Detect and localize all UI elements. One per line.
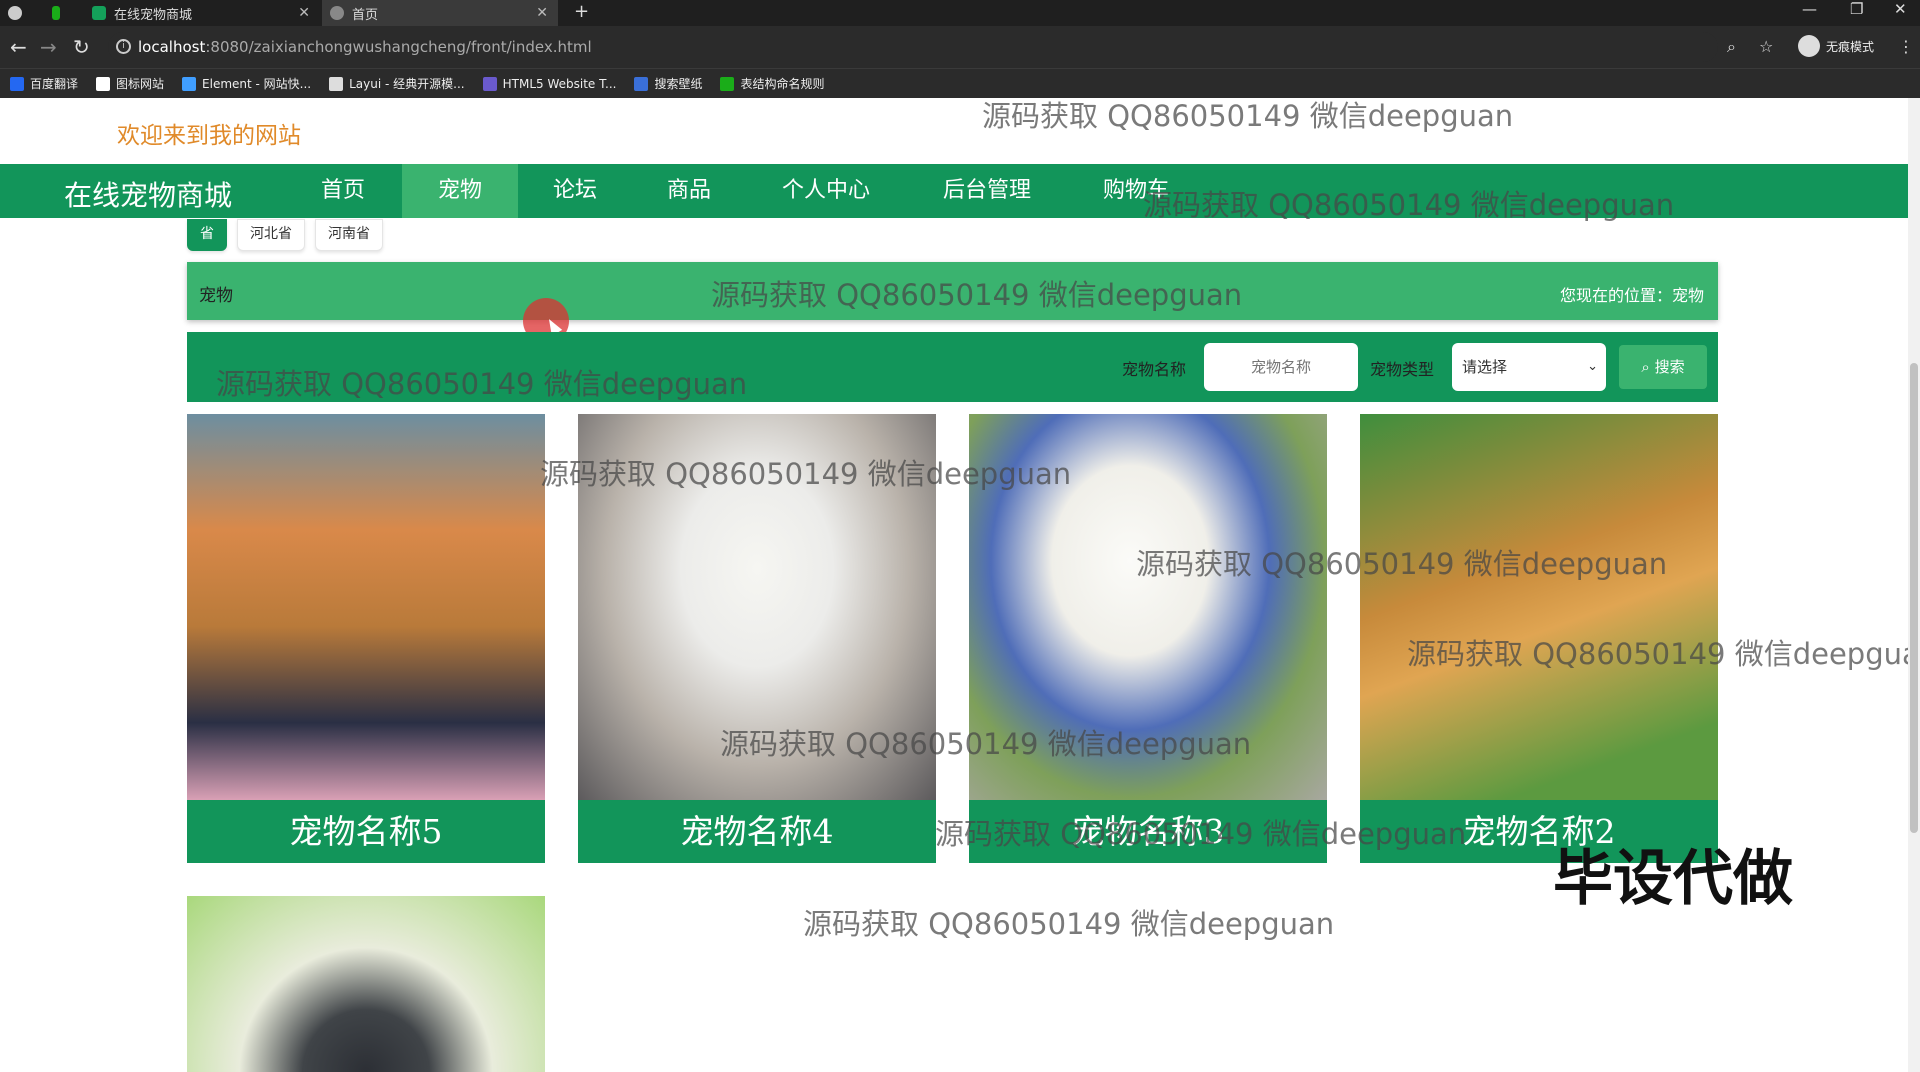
province-tab-henan[interactable]: 河南省 — [315, 219, 383, 251]
search-icon: ⌕ — [1641, 358, 1650, 376]
page-viewport: 欢迎来到我的网站 在线宠物商城 首页 宠物 论坛 商品 个人中心 后台管理 购物… — [0, 98, 1908, 1072]
chevron-down-icon: ⌄ — [1587, 359, 1598, 374]
zoom-icon[interactable]: ⌕ — [1727, 37, 1736, 57]
reload-icon[interactable]: ↻ — [73, 35, 90, 59]
close-tab-icon[interactable]: ✕ — [536, 5, 548, 21]
bookmark-star-icon[interactable]: ☆ — [1759, 37, 1773, 56]
search-button[interactable]: ⌕ 搜索 — [1619, 345, 1707, 389]
bookmark-item[interactable]: 表结构命名规则 — [720, 75, 824, 92]
pet-card[interactable]: 宠物名称4 — [578, 414, 936, 863]
pet-card[interactable]: 宠物名称5 — [187, 414, 545, 863]
watermark-text: 源码获取 QQ86050149 微信deepguan — [803, 907, 1335, 941]
tab-favicon-icon — [330, 6, 344, 20]
pet-type-selected: 请选择 — [1462, 358, 1508, 376]
tab-title: 在线宠物商城 — [114, 7, 193, 23]
site-brand[interactable]: 在线宠物商城 — [64, 174, 232, 214]
pet-image[interactable] — [969, 414, 1327, 800]
forward-icon[interactable]: → — [40, 35, 57, 59]
pet-type-label: 宠物类型 — [1370, 360, 1435, 379]
bookmark-favicon-icon — [182, 76, 197, 91]
nav-home[interactable]: 首页 — [284, 164, 402, 218]
pet-name[interactable]: 宠物名称3 — [969, 800, 1327, 863]
restore-icon[interactable]: ❐ — [1850, 0, 1863, 18]
bookmark-favicon-icon — [96, 76, 111, 91]
address-bar: ← → ↻ i localhost:8080/zaixianchongwusha… — [0, 26, 1920, 68]
search-button-label: 搜索 — [1654, 358, 1685, 376]
incognito-indicator[interactable]: 无痕模式 — [1798, 35, 1874, 57]
pet-image[interactable] — [578, 414, 936, 800]
bookmark-favicon-icon — [720, 76, 735, 91]
back-icon[interactable]: ← — [10, 35, 27, 59]
bookmark-favicon-icon — [329, 76, 344, 91]
browser-menu-icon[interactable] — [0, 0, 30, 26]
tab-favicon-icon — [92, 6, 106, 20]
bookmark-item[interactable]: Layui - 经典开源模... — [329, 75, 465, 92]
pet-image[interactable] — [187, 414, 545, 800]
bookmark-item[interactable]: HTML5 Website T... — [482, 76, 616, 91]
browser-tab-1[interactable]: 在线宠物商城 ✕ — [84, 0, 320, 26]
new-tab-button[interactable]: + — [574, 1, 589, 22]
pinned-tab[interactable] — [44, 0, 68, 26]
current-position: 您现在的位置：宠物 — [1559, 286, 1704, 305]
pet-type-select[interactable]: 请选择 ⌄ — [1452, 343, 1606, 391]
incognito-icon — [1798, 35, 1820, 57]
pet-name-label: 宠物名称 — [1122, 360, 1187, 379]
pet-card[interactable]: 宠物名称3 — [969, 414, 1327, 863]
tab-title: 首页 — [352, 7, 379, 23]
minimize-icon[interactable]: — — [1802, 0, 1817, 18]
site-info-icon[interactable]: i — [116, 39, 131, 54]
bookmark-item[interactable]: 搜索壁纸 — [634, 75, 702, 92]
watermark-text: 源码获取 QQ86050149 微信deepguan — [982, 99, 1514, 133]
pet-card[interactable]: 宠物名称2 — [1360, 414, 1718, 863]
section-title: 宠物 — [199, 286, 233, 306]
pet-card[interactable] — [187, 896, 545, 1072]
province-tab-hebei[interactable]: 河北省 — [237, 219, 305, 251]
bookmark-item[interactable]: Element - 网站快... — [182, 75, 311, 92]
bookmark-favicon-icon — [634, 76, 649, 91]
nav-admin[interactable]: 后台管理 — [906, 164, 1068, 218]
incognito-label: 无痕模式 — [1826, 39, 1875, 54]
pet-name[interactable]: 宠物名称4 — [578, 800, 936, 863]
bookmark-favicon-icon — [482, 76, 497, 91]
bookmarks-bar: 百度翻译 图标网站 Element - 网站快... Layui - 经典开源模… — [0, 68, 1920, 98]
nav-products[interactable]: 商品 — [632, 164, 746, 218]
welcome-text: 欢迎来到我的网站 — [117, 123, 301, 149]
nav-pets[interactable]: 宠物 — [402, 164, 518, 218]
nav-forum[interactable]: 论坛 — [518, 164, 632, 218]
pet-image[interactable] — [1360, 414, 1718, 800]
scrollbar-thumb[interactable] — [1910, 363, 1918, 833]
url-path: :8080/zaixianchongwushangcheng/front/ind… — [205, 38, 592, 56]
url-input[interactable]: i localhost:8080/zaixianchongwushangchen… — [108, 32, 1718, 62]
pet-name-input[interactable] — [1204, 343, 1358, 391]
pet-image[interactable] — [187, 896, 545, 1072]
pet-name[interactable]: 宠物名称5 — [187, 800, 545, 863]
promo-badge: 毕设代做 — [1553, 844, 1793, 914]
close-window-icon[interactable]: ✕ — [1894, 0, 1907, 18]
nav-cart[interactable]: 购物车 — [1068, 164, 1204, 218]
main-nav: 在线宠物商城 首页 宠物 论坛 商品 个人中心 后台管理 购物车 — [0, 164, 1908, 218]
nav-personal-center[interactable]: 个人中心 — [746, 164, 906, 218]
page-scrollbar[interactable] — [1908, 98, 1920, 1072]
province-tab-all[interactable]: 省 — [187, 219, 227, 251]
browser-tab-bar: 在线宠物商城 ✕ 首页 ✕ + — ❐ ✕ — [0, 0, 1920, 26]
url-host: localhost — [138, 38, 206, 56]
browser-tab-2[interactable]: 首页 ✕ — [322, 0, 558, 26]
bookmark-item[interactable]: 图标网站 — [96, 75, 164, 92]
bookmark-item[interactable]: 百度翻译 — [10, 75, 78, 92]
browser-menu-dots-icon[interactable]: ⋮ — [1898, 37, 1914, 56]
search-bar: 宠物名称 宠物类型 请选择 ⌄ ⌕ 搜索 — [187, 332, 1718, 402]
province-filter: 省 河北省 河南省 — [187, 219, 393, 251]
close-tab-icon[interactable]: ✕ — [298, 5, 310, 21]
bookmark-favicon-icon — [10, 76, 24, 91]
breadcrumb: 宠物 您现在的位置：宠物 — [187, 262, 1718, 320]
